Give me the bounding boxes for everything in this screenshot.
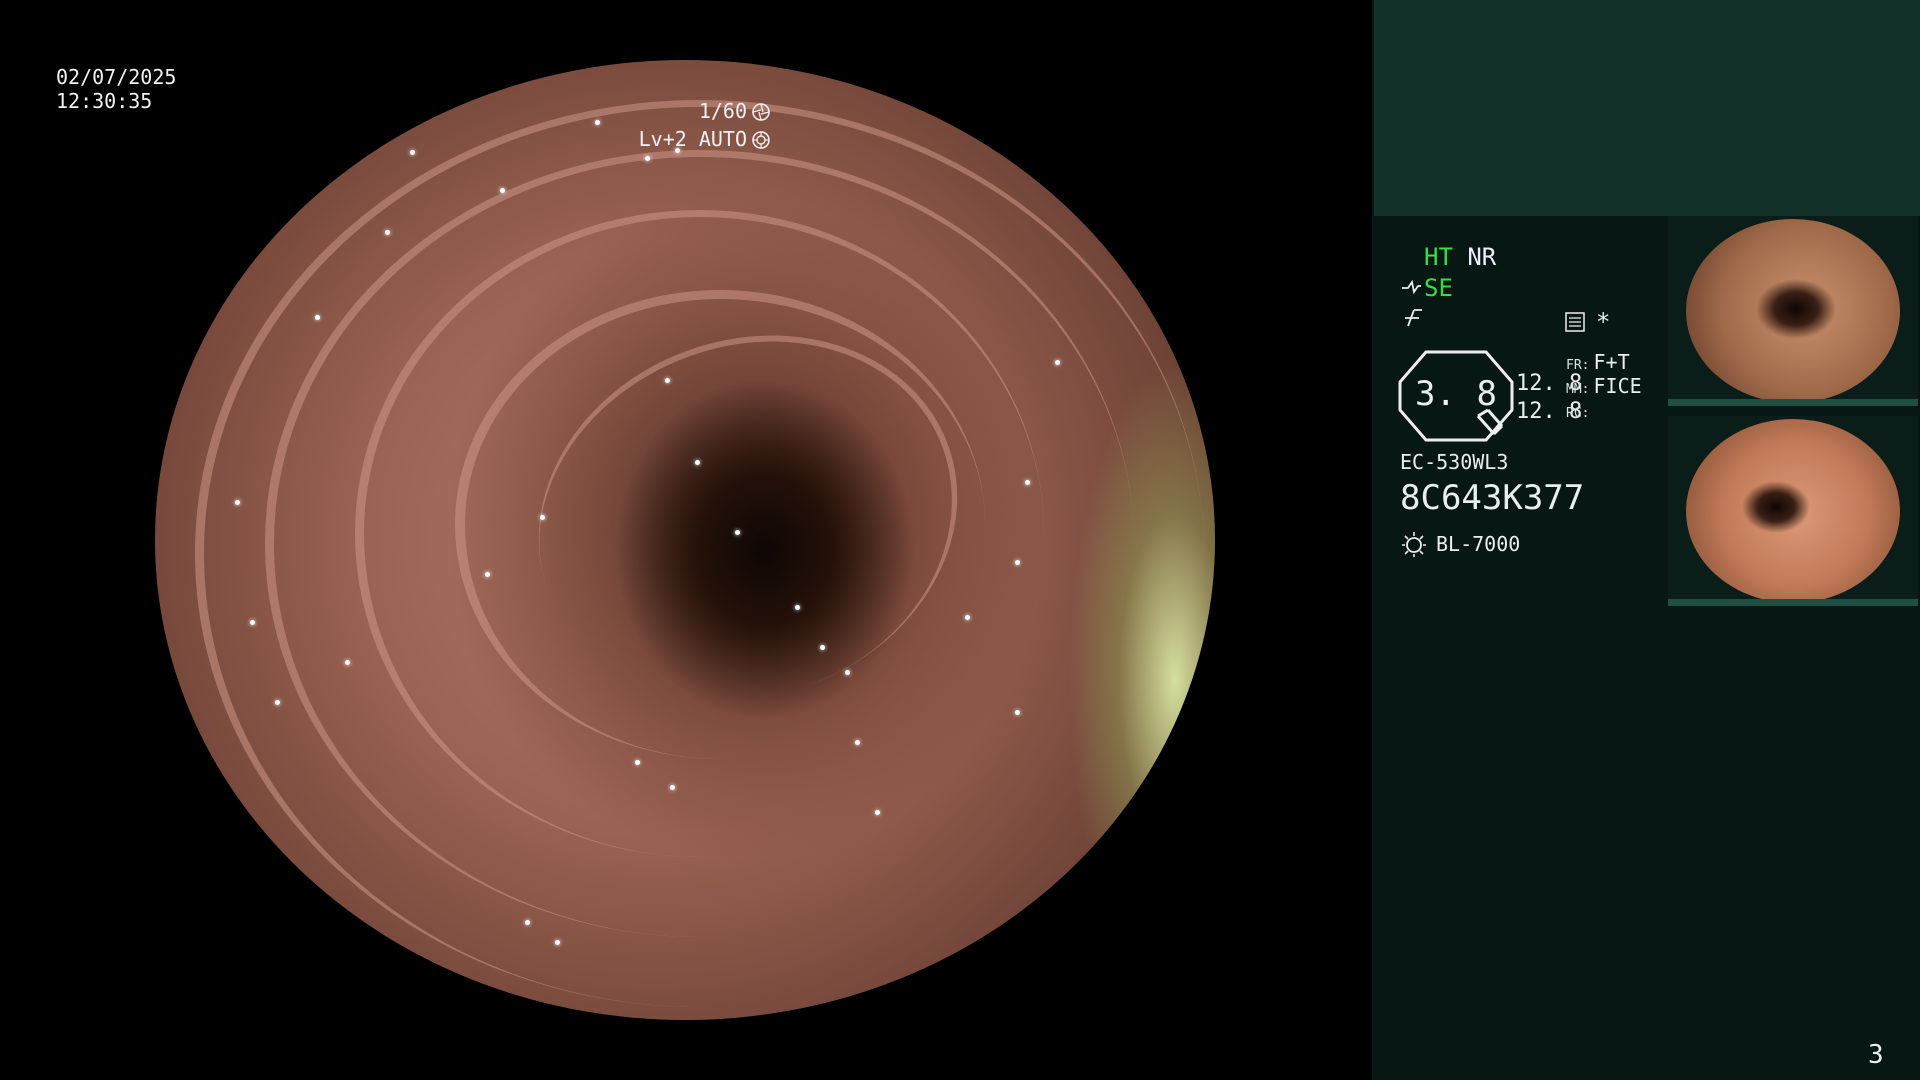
thumbnail-bar bbox=[1668, 599, 1918, 606]
mode-status: HT NR bbox=[1424, 242, 1496, 272]
side-panel-header-area bbox=[1374, 0, 1920, 216]
fr-value: F+T bbox=[1593, 350, 1630, 374]
zoom-value: 3. 8 bbox=[1415, 374, 1497, 414]
exam-time: 12:30:35 bbox=[56, 89, 153, 113]
rc-row: RC: bbox=[1566, 402, 1589, 421]
captured-thumbnail-1[interactable] bbox=[1668, 216, 1918, 406]
structure-enhance-row: SE bbox=[1400, 274, 1453, 302]
shutter-readout: 1/60 bbox=[699, 98, 771, 125]
aperture-icon bbox=[752, 102, 770, 121]
ht-indicator: HT bbox=[1424, 243, 1453, 271]
se-indicator: SE bbox=[1424, 274, 1453, 302]
captured-thumbnail-2[interactable] bbox=[1668, 416, 1918, 606]
zoom-indicator: 3. 8 bbox=[1398, 350, 1514, 442]
color-icon bbox=[1405, 309, 1422, 327]
light-source-row: BL-7000 bbox=[1400, 530, 1520, 558]
nr-indicator: NR bbox=[1467, 243, 1497, 271]
thumbnail-image bbox=[1686, 419, 1900, 603]
fr-row: FR: F+T bbox=[1566, 350, 1630, 374]
light-source-icon bbox=[1402, 532, 1426, 557]
color-row bbox=[1402, 306, 1424, 332]
endoscopic-image bbox=[155, 60, 1215, 1020]
record-row: * bbox=[1564, 308, 1610, 336]
scope-serial: 8C643K377 bbox=[1400, 478, 1585, 518]
endoscope-video-area: 02/07/2025 12:30:35 1/60 Lv+2 AUTO bbox=[0, 0, 1372, 1080]
light-source-value: BL-7000 bbox=[1436, 532, 1521, 556]
fr-label: FR: bbox=[1566, 358, 1590, 373]
structure-enhance-icon bbox=[1402, 279, 1421, 295]
record-icon bbox=[1565, 312, 1585, 332]
thumbnail-bar bbox=[1668, 399, 1918, 406]
shutter-value: 1/60 bbox=[698, 99, 747, 123]
mm-value: FICE bbox=[1593, 374, 1642, 398]
exam-date: 02/07/2025 bbox=[56, 65, 177, 89]
auto-iris-icon bbox=[752, 130, 770, 149]
asterisk-indicator: * bbox=[1596, 308, 1611, 336]
channel-number: 3 bbox=[1868, 1040, 1884, 1070]
mm-label: MM: bbox=[1566, 382, 1590, 397]
rc-label: RC: bbox=[1566, 406, 1590, 421]
exposure-readout: Lv+2 AUTO bbox=[639, 126, 771, 153]
scope-model: EC-530WL3 bbox=[1400, 450, 1509, 474]
thumbnail-image bbox=[1686, 219, 1900, 403]
exposure-value: Lv+2 AUTO bbox=[638, 127, 747, 151]
mm-row: MM: FICE bbox=[1566, 374, 1642, 398]
